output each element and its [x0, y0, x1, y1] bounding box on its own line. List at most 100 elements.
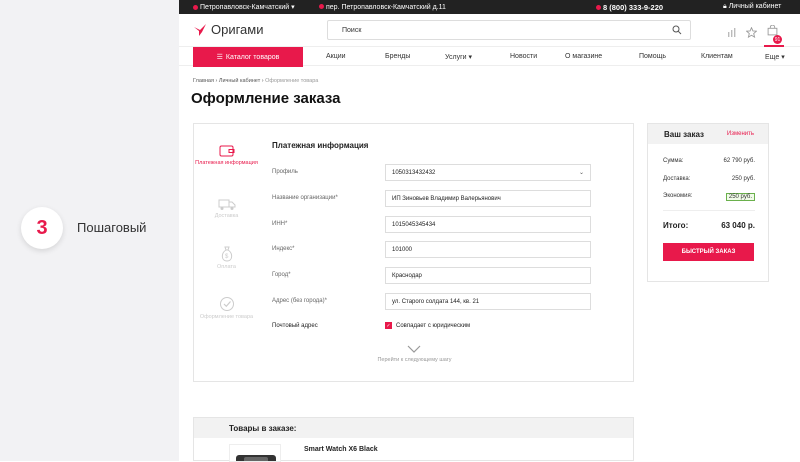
total-row: Итого: 63 040 р. — [663, 221, 755, 230]
location-pin-icon — [193, 4, 198, 10]
catalog-label: Каталог товаров — [225, 53, 280, 61]
money-bag-icon: $ — [221, 246, 232, 262]
chevron-down-icon: ⌄ — [578, 170, 584, 176]
main-nav: ☰ Каталог товаров Акции Бренды Услуги ▾ Н… — [179, 45, 800, 67]
step-payment[interactable]: $ Оплата — [194, 246, 259, 271]
step-order-complete[interactable]: Оформление товара — [194, 296, 259, 321]
truck-icon — [218, 199, 235, 210]
wallet-icon — [219, 145, 234, 157]
index-field[interactable]: 101000 — [385, 241, 591, 258]
address-text: пер. Петропавловск-Камчатский д.11 — [326, 3, 446, 11]
order-summary-header: Ваш заказ Изменить — [648, 124, 768, 144]
breadcrumb-current: Оформление товара — [265, 78, 319, 84]
postal-address-label: Почтовый адрес — [272, 323, 318, 329]
city-field[interactable]: Краснодар — [385, 267, 591, 284]
location-pin-icon — [319, 4, 324, 10]
address-label: Адрес (без города)* — [272, 298, 327, 304]
active-underline — [764, 45, 784, 47]
phone-number[interactable]: 8 (800) 333-9-220 — [596, 3, 663, 12]
address-field[interactable]: ул. Старого солдата 144, кв. 21 — [385, 293, 591, 310]
logo[interactable]: Оригами — [193, 22, 264, 37]
top-bar: Петропавловск-Камчатский ▾ пер. Петропав… — [179, 0, 800, 14]
search-placeholder: Поиск — [342, 26, 362, 34]
city-label: Город* — [272, 272, 291, 278]
lock-icon: 🔒︎ — [723, 3, 727, 10]
header-icons: 91 — [727, 23, 782, 44]
step-number-circle: 3 — [21, 207, 63, 249]
catalog-button[interactable]: ☰ Каталог товаров — [193, 47, 303, 67]
step-label: Оформление товара — [199, 314, 254, 320]
breadcrumb-home[interactable]: Главная — [193, 78, 214, 84]
compare-icon[interactable] — [727, 27, 736, 37]
search-input[interactable]: Поиск — [327, 20, 691, 40]
breadcrumb-account[interactable]: Личный кабинет — [219, 78, 260, 84]
logo-text: Оригами — [211, 22, 264, 37]
total-label: Итого: — [663, 221, 689, 230]
step-delivery[interactable]: Доставка — [194, 197, 259, 220]
edit-order-link[interactable]: Изменить — [727, 131, 754, 137]
delivery-row: Доставка: 250 руб. — [663, 176, 755, 182]
nav-item-help[interactable]: Помощь — [639, 53, 666, 60]
city-name: Петропавловск-Камчатский — [200, 4, 290, 11]
nav-item-clients[interactable]: Клиентам — [701, 53, 733, 60]
svg-text:$: $ — [225, 254, 229, 260]
inn-label: ИНН* — [272, 221, 288, 227]
step-payment-info[interactable]: Платежная информация — [194, 144, 259, 167]
favorites-star-icon[interactable] — [746, 26, 757, 38]
smart-watch-image — [236, 455, 276, 461]
sum-value: 62 790 руб. — [723, 158, 755, 164]
checkbox-checked-icon: ✓ — [385, 322, 392, 329]
sum-row: Сумма: 62 790 руб. — [663, 158, 755, 164]
cart-count-badge: 91 — [773, 35, 782, 44]
checkout-steps: Платежная информация Доставка $ Оплата О… — [194, 124, 259, 381]
check-icon — [219, 297, 234, 311]
nav-item-services[interactable]: Услуги ▾ — [445, 53, 472, 61]
next-step-link[interactable]: Перейти к следующему шагу — [194, 345, 635, 363]
divider — [663, 210, 755, 211]
store-address: пер. Петропавловск-Камчатский д.11 — [319, 4, 446, 11]
city-selector[interactable]: Петропавловск-Камчатский ▾ — [193, 3, 295, 11]
nav-item-more[interactable]: Еще ▾ — [765, 53, 785, 61]
savings-label: Экономия: — [663, 193, 693, 199]
inn-field[interactable]: 1015045345434 — [385, 216, 591, 233]
order-summary: Ваш заказ Изменить Сумма: 62 790 руб. Дос… — [647, 123, 769, 282]
phone-icon — [596, 5, 601, 11]
step-label: Пошаговый — [77, 220, 147, 235]
goods-title: Товары в заказе: — [194, 418, 633, 438]
account-link[interactable]: 🔒︎ Личный кабинет — [723, 3, 781, 11]
search-icon[interactable] — [672, 25, 682, 35]
postal-same-checkbox[interactable]: ✓ Совпадает с юридическим — [385, 322, 470, 329]
nav-item-promo[interactable]: Акции — [326, 53, 346, 60]
chevron-down-icon — [407, 345, 421, 353]
savings-value: 250 руб. — [725, 193, 755, 201]
nav-item-about[interactable]: О магазине — [565, 53, 602, 60]
step-label: Платежная информация — [195, 160, 258, 166]
nav-item-news[interactable]: Новости — [510, 53, 537, 60]
delivery-label: Доставка: — [663, 176, 691, 182]
left-panel: 3 Пошаговый — [0, 0, 179, 461]
org-name-field[interactable]: ИП Зиновьев Владимир Валерьянович — [385, 190, 591, 207]
profile-value: 1050313432432 — [392, 169, 436, 176]
delivery-value: 250 руб. — [731, 176, 755, 182]
total-value: 63 040 р. — [721, 221, 755, 230]
product-image[interactable] — [229, 444, 281, 462]
index-label: Индекс* — [272, 246, 295, 252]
org-name-label: Название организации* — [272, 195, 338, 201]
step-label: Оплата — [217, 264, 236, 270]
checkbox-label: Совпадает с юридическим — [396, 322, 471, 329]
crane-logo-icon — [194, 23, 206, 36]
product-name[interactable]: Smart Watch X6 Black — [304, 446, 378, 453]
breadcrumb: Главная › Личный кабинет › Оформление то… — [193, 78, 319, 84]
menu-icon: ☰ — [216, 54, 223, 61]
services-label: Услуги — [445, 54, 467, 61]
order-goods: Товары в заказе: Smart Watch X6 Black — [193, 417, 634, 462]
cart-button[interactable]: 91 — [767, 23, 782, 44]
quick-order-button[interactable]: БЫСТРЫЙ ЗАКАЗ — [663, 243, 754, 261]
nav-item-brands[interactable]: Бренды — [385, 53, 410, 60]
chevron-down-icon: ▾ — [781, 54, 785, 61]
profile-select[interactable]: 1050313432432 ⌄ — [385, 164, 591, 181]
form-title: Платежная информация — [272, 141, 369, 150]
order-title: Ваш заказ — [664, 130, 704, 139]
site-page: Петропавловск-Камчатский ▾ пер. Петропав… — [179, 0, 800, 462]
phone-text: 8 (800) 333-9-220 — [603, 2, 664, 12]
